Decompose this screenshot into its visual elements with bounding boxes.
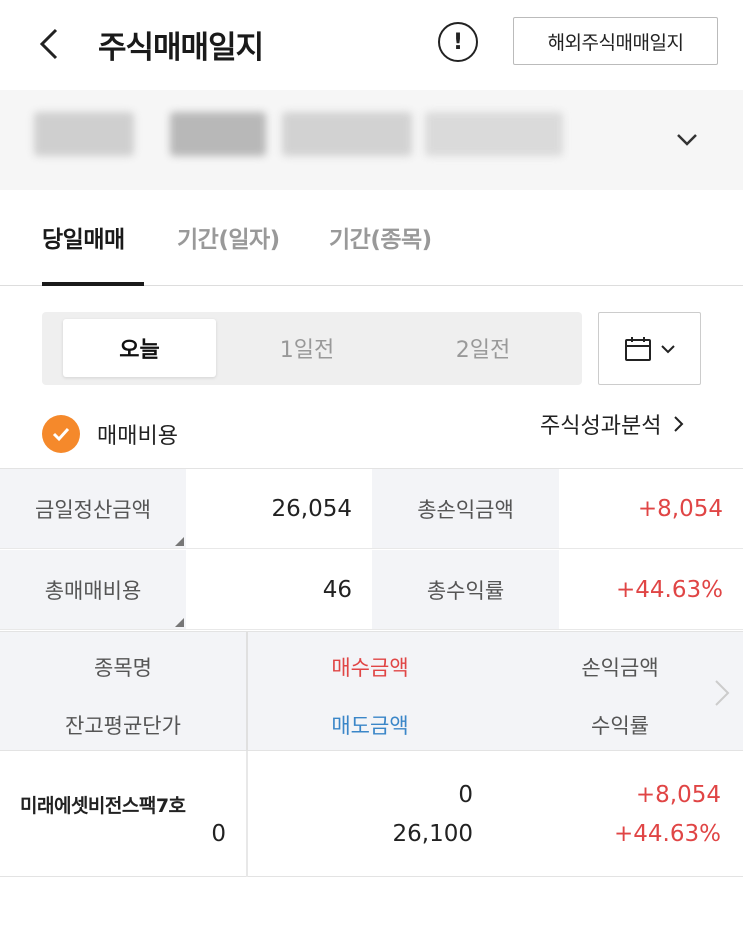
total-pnl-label: 총손익금액 [372,469,559,549]
pnl-amount: +8,054 [635,782,721,808]
settlement-amount-label[interactable]: 금일정산금액 [0,469,186,549]
stock-name: 미래에셋비전스팩7호 [20,795,186,817]
buy-amount: 0 [458,782,473,808]
blurred-account-info [425,112,563,156]
stock-performance-analysis-link[interactable]: 주식성과분석 [540,408,685,440]
total-fee-label[interactable]: 총매매비용 [0,550,186,630]
tab-today[interactable]: 당일매매 [42,220,125,254]
fee-checkbox-label: 매매비용 [97,424,178,449]
active-tab-indicator [42,282,144,286]
tooltip-corner-icon [175,618,184,627]
chevron-down-icon[interactable] [674,128,700,150]
overseas-journal-button[interactable]: 해외주식매매일지 [513,17,718,65]
segment-2-days-ago[interactable]: 2일전 [408,319,558,377]
blurred-account-info [282,112,412,156]
checkmark-icon [52,427,70,442]
total-return-value: +44.63% [559,550,743,630]
chevron-down-icon [660,344,675,353]
date-picker-button[interactable] [598,312,701,385]
back-arrow-icon[interactable] [32,24,72,64]
settlement-amount-value: 26,054 [186,469,372,549]
day-segment-control: 오늘 1일전 2일전 [42,312,582,385]
fee-checkbox[interactable] [42,415,80,453]
tab-bar: 당일매매 기간(일자) 기간(종목) [0,190,743,286]
header-stock-name: 종목명 [94,656,152,680]
sell-amount: 26,100 [392,821,473,847]
header-buy-amount: 매수금액 [331,656,409,680]
app-header: 주식매매일지 ! 해외주식매매일지 [0,0,743,90]
blurred-account-info [170,112,266,156]
tab-period-stock[interactable]: 기간(종목) [329,220,432,254]
tooltip-corner-icon [175,537,184,546]
info-icon[interactable]: ! [438,22,478,62]
total-return-label: 총수익률 [372,550,559,630]
total-fee-value: 46 [186,550,372,630]
segment-1-day-ago[interactable]: 1일전 [232,319,382,377]
table-row[interactable]: 미래에셋비전스팩7호 0 0 26,100 +8,054 +44.63% [0,751,743,877]
header-sell-amount: 매도금액 [331,714,409,738]
summary-grid: 금일정산금액 26,054 총손익금액 +8,054 총매매비용 46 총수익률… [0,468,743,631]
chevron-right-icon [674,416,684,432]
column-divider [246,632,248,752]
settlement-amount-label-text: 금일정산금액 [35,497,151,522]
scroll-right-icon[interactable] [712,678,732,708]
page-title: 주식매매일지 [98,30,264,66]
column-divider [246,751,248,877]
avg-price: 0 [211,821,226,847]
tab-period-date[interactable]: 기간(일자) [177,220,280,254]
stock-table-header: 종목명 잔고평균단가 매수금액 매도금액 손익금액 수익률 [0,631,743,752]
analysis-link-label: 주식성과분석 [540,414,662,439]
header-pnl: 손익금액 [581,656,659,680]
blurred-account-info [34,112,134,156]
header-avg-price: 잔고평균단가 [65,714,181,738]
calendar-icon [624,336,651,361]
total-pnl-value: +8,054 [559,469,743,549]
return-rate: +44.63% [614,821,721,847]
account-selector[interactable] [0,90,743,190]
header-return: 수익률 [591,714,649,738]
segment-today[interactable]: 오늘 [63,319,216,377]
total-fee-label-text: 총매매비용 [44,578,142,603]
